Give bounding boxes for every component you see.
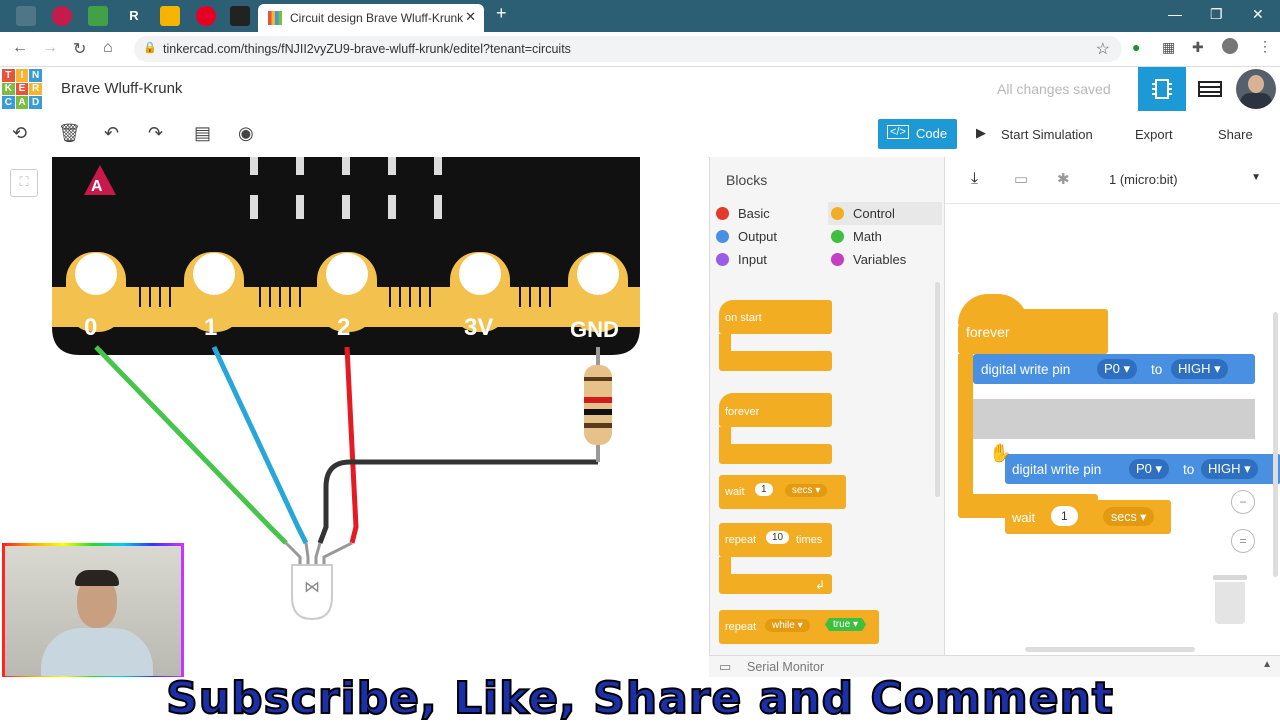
bookmark-star-icon[interactable]: ☆ xyxy=(1096,39,1110,59)
grid-extension-icon[interactable]: ▦ xyxy=(1162,39,1175,56)
table-icon xyxy=(1198,81,1222,97)
drop-preview xyxy=(973,399,1255,439)
forever-block[interactable]: forever xyxy=(719,390,832,465)
zoom-reset-icon[interactable]: = xyxy=(1231,529,1255,553)
new-tab-icon[interactable]: + xyxy=(496,3,507,24)
category-output[interactable]: Output xyxy=(716,229,777,244)
category-variables[interactable]: Variables xyxy=(831,252,906,267)
on-start-block[interactable]: on start xyxy=(719,297,832,372)
app-header: T I N K E R C A D Brave Wluff-Krunk All … xyxy=(0,67,1280,112)
rotate-icon[interactable]: ⟲ xyxy=(12,123,27,144)
blocks-title: Blocks xyxy=(726,172,768,188)
save-status: All changes saved xyxy=(997,81,1111,97)
start-simulation-button[interactable]: Start Simulation xyxy=(1001,127,1093,142)
chevron-up-icon[interactable]: ▲ xyxy=(1262,659,1272,670)
lock-icon: 🔒 xyxy=(143,42,157,54)
forward-icon[interactable]: → xyxy=(42,39,58,57)
zoom-out-icon[interactable]: − xyxy=(1231,490,1255,514)
export-button[interactable]: Export xyxy=(1135,127,1173,142)
tinkercad-logo[interactable]: T I N K E R C A D xyxy=(2,69,42,109)
pin-gnd-label: GND xyxy=(570,317,619,342)
browser-tab-bar: R Circuit design Brave Wluff-Krunk ✕ + —… xyxy=(0,0,1280,32)
reload-icon[interactable]: ↻ xyxy=(73,39,86,59)
pin-2-label: 2 xyxy=(337,314,351,341)
category-control[interactable]: Control xyxy=(831,206,895,221)
loop-arrow-icon: ↲ xyxy=(815,578,826,592)
redo-icon[interactable]: ↷ xyxy=(148,123,163,144)
active-tab[interactable]: Circuit design Brave Wluff-Krunk ✕ xyxy=(258,4,484,32)
notes-icon[interactable]: ▤ xyxy=(194,123,211,144)
workspace-toolbar: ⤓ ▭ ✱ 1 (micro:bit) ▼ xyxy=(945,157,1280,204)
url-text: tinkercad.com/things/fNJII2vyZU9-brave-w… xyxy=(163,42,571,56)
grab-cursor-icon: ✋ xyxy=(989,443,1012,463)
undo-icon[interactable]: ↶ xyxy=(104,123,119,144)
share-button[interactable]: Share xyxy=(1218,127,1253,142)
svg-text:⋈: ⋈ xyxy=(304,577,320,596)
category-math[interactable]: Math xyxy=(831,229,882,244)
tab-title: Circuit design Brave Wluff-Krunk xyxy=(290,11,464,25)
repeat-while-block[interactable]: repeat while ▾ true ▾ xyxy=(719,610,879,644)
trash-icon[interactable] xyxy=(1213,575,1247,625)
home-icon[interactable]: ⌂ xyxy=(103,39,113,57)
library-icon[interactable]: ▭ xyxy=(1014,170,1028,188)
category-input[interactable]: Input xyxy=(716,252,767,267)
component-list-button[interactable] xyxy=(1190,67,1230,111)
folder-tab-icon[interactable] xyxy=(160,6,180,26)
category-basic[interactable]: Basic xyxy=(716,206,770,221)
r-tab-icon[interactable]: R xyxy=(124,6,144,26)
s-tab-icon[interactable] xyxy=(230,6,250,26)
extension-icon[interactable]: ● xyxy=(1132,39,1140,55)
visibility-icon[interactable]: ◉ xyxy=(238,123,254,144)
digital-write-block[interactable]: digital write pin P0 ▾ to HIGH ▾ xyxy=(973,354,1255,384)
board-marker: A xyxy=(91,178,103,195)
pin-1-label: 1 xyxy=(204,314,218,341)
pinterest-tab-icon[interactable] xyxy=(196,6,216,26)
serial-monitor-label: Serial Monitor xyxy=(747,660,825,674)
dragged-digital-write-block[interactable]: digital write pin P0 ▾ to HIGH ▾ xyxy=(1005,454,1280,484)
url-field[interactable]: 🔒 tinkercad.com/things/fNJII2vyZU9-brave… xyxy=(134,36,1122,62)
repeat-block[interactable]: repeat 10 times ↲ xyxy=(719,523,832,598)
pinned-tab[interactable] xyxy=(16,6,36,26)
address-bar: ← → ↻ ⌂ 🔒 tinkercad.com/things/fNJII2vyZ… xyxy=(0,32,1280,67)
code-button[interactable]: </> Code xyxy=(878,119,957,149)
maximize-icon[interactable]: ❐ xyxy=(1210,6,1223,23)
back-icon[interactable]: ← xyxy=(12,39,28,57)
minimize-icon[interactable]: — xyxy=(1168,6,1182,22)
close-tab-icon[interactable]: ✕ xyxy=(465,9,476,25)
project-name[interactable]: Brave Wluff-Krunk xyxy=(61,80,182,97)
chart-tab-icon[interactable] xyxy=(88,6,108,26)
code-icon: </> xyxy=(887,125,909,139)
code-workspace[interactable]: ⤓ ▭ ✱ 1 (micro:bit) ▼ forever digital wr… xyxy=(944,157,1280,677)
user-avatar[interactable] xyxy=(1236,69,1276,109)
wait-block[interactable]: wait 1 secs ▾ xyxy=(719,475,846,509)
workspace-v-scrollbar[interactable] xyxy=(1273,312,1278,577)
device-select[interactable]: 1 (micro:bit) ▼ xyxy=(1095,166,1280,194)
play-icon: ▶ xyxy=(976,125,986,140)
download-icon[interactable]: ⤓ xyxy=(971,170,978,188)
pin-3v-label: 3V xyxy=(464,314,494,341)
profile-icon[interactable] xyxy=(1222,38,1238,54)
blocks-panel: Blocks Basic Control Output Math Input V… xyxy=(709,157,945,677)
banner-text: Subscribe, Like, Share and Comment xyxy=(165,672,1114,724)
editor-toolbar: ⟲ 🗑 ↶ ↷ ▤ ◉ </> Code ▶ Start Simulation … xyxy=(0,111,1280,158)
webcam-overlay xyxy=(2,543,184,679)
dragged-wait-block[interactable]: wait 1 secs ▾ xyxy=(1005,500,1171,534)
raspberry-tab-icon[interactable] xyxy=(52,6,72,26)
workspace-h-scrollbar[interactable] xyxy=(1025,647,1195,652)
circuit-icon xyxy=(1152,79,1172,99)
tinkercad-favicon xyxy=(268,11,282,25)
subscribe-banner: Subscribe, Like, Share and Comment xyxy=(0,672,1280,724)
close-window-icon[interactable]: ✕ xyxy=(1252,6,1264,23)
menu-dots-icon[interactable]: ⋮ xyxy=(1258,38,1272,55)
debug-icon[interactable]: ✱ xyxy=(1057,170,1070,188)
palette-scrollbar[interactable] xyxy=(935,282,940,497)
delete-icon[interactable]: 🗑 xyxy=(58,123,81,144)
circuit-view-button[interactable] xyxy=(1138,67,1186,111)
puzzle-icon[interactable]: ✚ xyxy=(1192,39,1204,56)
pin-0-label: 0 xyxy=(84,314,98,341)
chevron-down-icon: ▼ xyxy=(1251,172,1261,183)
